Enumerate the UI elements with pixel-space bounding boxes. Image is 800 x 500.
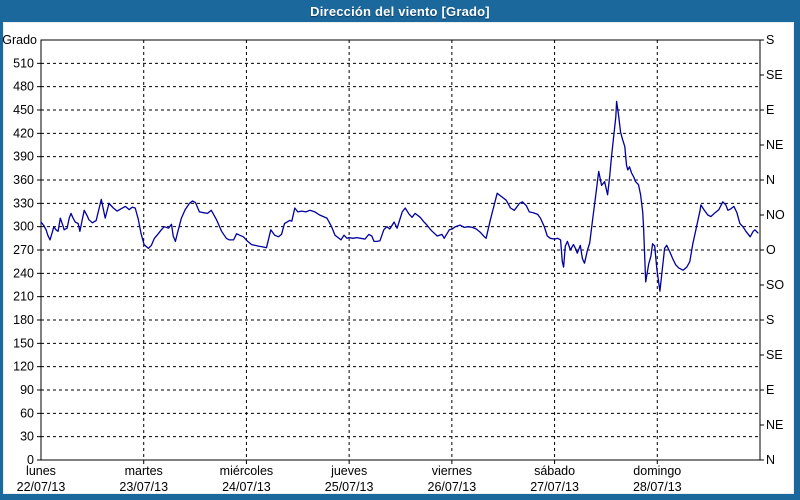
y-tick-label: 120 <box>13 360 34 374</box>
day-name-label: sábado <box>534 464 575 478</box>
wind-direction-series <box>41 101 758 291</box>
y-tick-label: 330 <box>13 196 34 210</box>
compass-tick-label: N <box>766 453 775 467</box>
day-date-label: 24/07/13 <box>222 480 271 494</box>
compass-tick-label: O <box>766 243 776 257</box>
day-name-label: viernes <box>432 464 472 478</box>
y-tick-label: 210 <box>13 290 34 304</box>
day-name-label: martes <box>125 464 163 478</box>
y-tick-label: 30 <box>20 430 34 444</box>
y-tick-label: 270 <box>13 243 34 257</box>
y-tick-label: 90 <box>20 383 34 397</box>
day-name-label: miércoles <box>220 464 274 478</box>
compass-tick-label: N <box>766 173 775 187</box>
compass-tick-label: SO <box>766 278 784 292</box>
y-axis-right-labels: N NE E SE S SO O NO N NE E SE S <box>760 33 785 467</box>
y-tick-label: 450 <box>13 103 34 117</box>
y-tick-label: 150 <box>13 336 34 350</box>
compass-tick-label: E <box>766 383 774 397</box>
compass-tick-label: SE <box>766 348 783 362</box>
compass-tick-label: SE <box>766 68 783 82</box>
y-tick-label: 390 <box>13 150 34 164</box>
compass-tick-label: S <box>766 33 774 47</box>
compass-tick-label: NE <box>766 138 783 152</box>
compass-tick-label: S <box>766 313 774 327</box>
y-axis-left-labels: 0306090120150180210240270300330360390420… <box>2 33 41 467</box>
day-date-label: 23/07/13 <box>119 480 168 494</box>
day-date-label: 25/07/13 <box>325 480 374 494</box>
day-name-label: domingo <box>633 464 681 478</box>
y-tick-label: 300 <box>13 220 34 234</box>
y-tick-label: 360 <box>13 173 34 187</box>
compass-tick-label: NE <box>766 418 783 432</box>
compass-tick-label: NO <box>766 208 785 222</box>
y-tick-label: 420 <box>13 126 34 140</box>
y-tick-label: 510 <box>13 56 34 70</box>
day-date-label: 26/07/13 <box>428 480 477 494</box>
chart-window: Dirección del viento [Grado] 03060901201… <box>0 0 800 500</box>
compass-tick-label: E <box>766 103 774 117</box>
day-date-label: 28/07/13 <box>633 480 682 494</box>
y-tick-label: 240 <box>13 266 34 280</box>
day-name-label: lunes <box>26 464 56 478</box>
y-axis-title: Grado <box>2 33 37 47</box>
y-tick-label: 60 <box>20 406 34 420</box>
day-date-label: 27/07/13 <box>530 480 579 494</box>
y-tick-label: 480 <box>13 80 34 94</box>
wind-direction-line-chart: 0306090120150180210240270300330360390420… <box>0 0 800 500</box>
day-name-label: jueves <box>330 464 367 478</box>
day-date-label: 22/07/13 <box>17 480 66 494</box>
x-axis-labels: lunes 22/07/13 martes 23/07/13 miércoles 24/0… <box>17 460 682 494</box>
y-tick-label: 180 <box>13 313 34 327</box>
